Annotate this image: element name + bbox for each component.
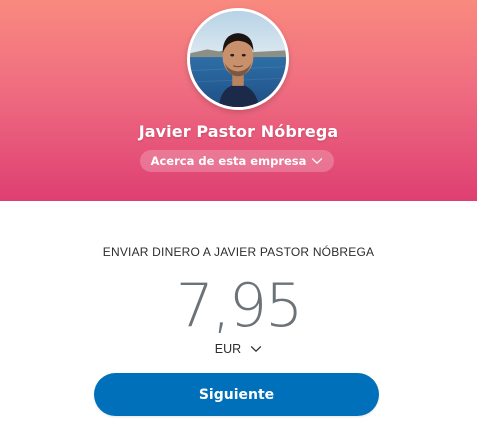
about-company-label: Acerca de esta empresa xyxy=(150,154,307,168)
about-company-button[interactable]: Acerca de esta empresa xyxy=(140,150,334,172)
avatar xyxy=(187,8,289,110)
profile-name: Javier Pastor Nóbrega xyxy=(138,122,339,141)
avatar-photo xyxy=(190,11,286,107)
next-button[interactable]: Siguiente xyxy=(94,373,379,416)
currency-label: EUR xyxy=(214,342,242,356)
profile-header: Javier Pastor Nóbrega Acerca de esta emp… xyxy=(0,0,477,201)
send-money-label: ENVIAR DINERO A JAVIER PASTOR NÓBREGA xyxy=(102,245,375,259)
chevron-down-icon xyxy=(251,346,262,352)
amount-display[interactable]: 7,95 xyxy=(0,273,477,339)
currency-selector[interactable]: EUR xyxy=(0,340,477,358)
chevron-down-icon xyxy=(312,158,323,164)
